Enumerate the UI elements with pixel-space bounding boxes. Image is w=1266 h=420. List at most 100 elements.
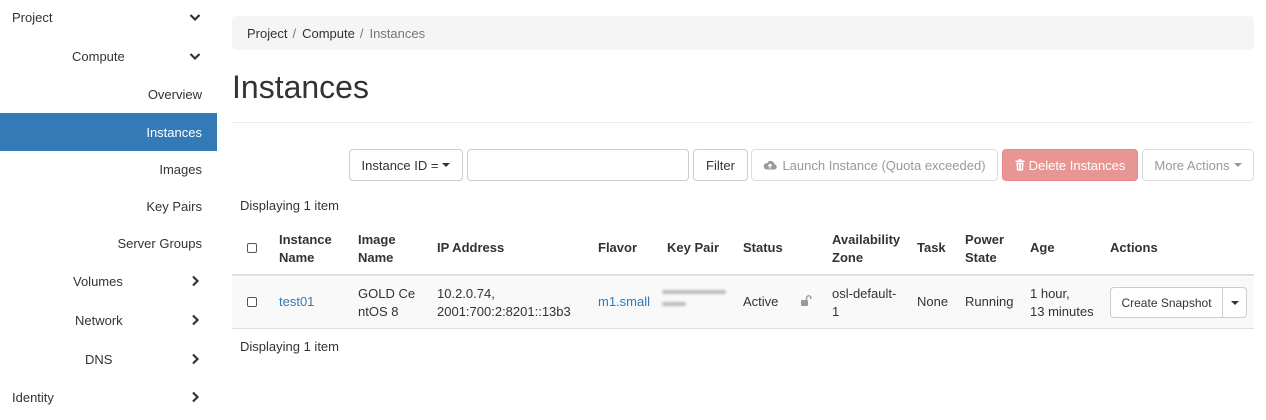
sidebar-item-label: Server Groups <box>117 235 202 251</box>
header-line: Image <box>358 232 396 247</box>
caret-down-icon <box>1230 300 1239 305</box>
cell-line: 2001:700:2:8201::13b3 <box>437 304 571 319</box>
more-actions-label: More Actions <box>1154 157 1230 173</box>
task-cell: None <box>917 294 949 309</box>
table-header: Instance Name Image Name IP Address Flav… <box>232 224 1254 276</box>
chevron-right-icon <box>188 390 202 404</box>
create-snapshot-button[interactable]: Create Snapshot <box>1110 287 1223 318</box>
breadcrumb-current: Instances <box>369 25 426 41</box>
sidebar-item-label: Images <box>159 161 202 177</box>
chevron-right-icon <box>188 274 202 288</box>
launch-instance-label: Launch Instance (Quota exceeded) <box>782 157 986 173</box>
header-line: Zone <box>832 250 864 265</box>
column-header-power-state[interactable]: Power State <box>965 231 1004 267</box>
chevron-down-icon <box>188 10 202 24</box>
header-line: Name <box>358 250 394 265</box>
delete-instances-label: Delete Instances <box>1028 157 1126 173</box>
filter-input[interactable] <box>467 149 689 181</box>
sidebar-item-server-groups[interactable]: Server Groups <box>0 224 217 262</box>
filter-field-dropdown[interactable]: Instance ID = <box>349 149 463 181</box>
cell-line: 1 hour, <box>1030 286 1070 301</box>
sidebar-item-label: Instances <box>146 124 202 140</box>
sidebar-item-label: Overview <box>147 86 202 102</box>
item-count-top: Displaying 1 item <box>240 198 339 213</box>
sidebar-item-instances[interactable]: Instances <box>0 113 217 151</box>
cell-line: GOLD Ce <box>358 286 416 301</box>
cell-line: ntOS 8 <box>358 304 399 319</box>
cell-line: 1 <box>832 304 840 319</box>
age-cell: 1 hour, 13 minutes <box>1030 285 1094 321</box>
unlock-icon <box>800 295 812 307</box>
sidebar-item-label: Volumes <box>73 273 123 289</box>
trash-icon <box>1015 159 1025 171</box>
cell-line: 10.2.0.74, <box>437 286 495 301</box>
breadcrumb-project-link[interactable]: Project <box>247 26 287 41</box>
sidebar-item-compute[interactable]: Compute <box>0 37 217 75</box>
sidebar-nav: Project Compute Overview Instances Image… <box>0 0 217 420</box>
header-line: State <box>965 250 997 265</box>
breadcrumb-compute-link[interactable]: Compute <box>302 26 355 41</box>
instance-name-link[interactable]: test01 <box>279 293 314 311</box>
sidebar-item-overview[interactable]: Overview <box>0 75 217 113</box>
power-state-cell: Running <box>965 294 1014 309</box>
breadcrumb-separator: / <box>359 25 364 41</box>
caret-down-icon <box>1233 163 1242 167</box>
filter-field-label: Instance ID = <box>361 157 439 173</box>
sidebar-item-identity[interactable]: Identity <box>0 378 217 416</box>
item-count-bottom: Displaying 1 item <box>240 339 339 354</box>
column-header-age[interactable]: Age <box>1030 239 1055 257</box>
flavor-link[interactable]: m1.small <box>598 293 650 311</box>
sidebar-item-dns[interactable]: DNS <box>0 340 217 378</box>
sidebar-item-volumes[interactable]: Volumes <box>0 262 217 300</box>
key-pair-redacted <box>662 290 728 316</box>
sidebar-item-network[interactable]: Network <box>0 301 217 339</box>
cell-line: 13 minutes <box>1030 304 1094 319</box>
row-checkbox[interactable] <box>247 297 257 307</box>
sidebar-item-label: Compute <box>72 48 125 64</box>
row-actions-toggle[interactable] <box>1223 287 1247 318</box>
sidebar-item-project[interactable]: Project <box>0 0 217 36</box>
header-line: Availability <box>832 232 901 247</box>
caret-down-icon <box>442 163 451 167</box>
filter-button[interactable]: Filter <box>693 149 748 181</box>
breadcrumb-separator: / <box>292 25 297 41</box>
sidebar-item-label: Project <box>12 9 53 25</box>
table-row: test01 GOLD Ce ntOS 8 10.2.0.74, 2001:70… <box>232 277 1254 329</box>
cell-line: osl-default- <box>832 286 897 301</box>
status-cell: Active <box>743 294 779 309</box>
header-line: Power <box>965 232 1005 247</box>
row-actions: Create Snapshot <box>1110 287 1247 318</box>
column-header-task[interactable]: Task <box>917 239 946 257</box>
header-line: Instance <box>279 232 332 247</box>
column-header-ip-address[interactable]: IP Address <box>437 239 504 257</box>
title-divider <box>232 122 1254 123</box>
column-header-flavor[interactable]: Flavor <box>598 239 637 257</box>
column-header-image-name[interactable]: Image Name <box>358 231 396 267</box>
sidebar-item-label: Network <box>75 312 123 328</box>
delete-instances-button[interactable]: Delete Instances <box>1002 149 1138 181</box>
more-actions-dropdown[interactable]: More Actions <box>1142 149 1254 181</box>
chevron-down-icon <box>188 49 202 63</box>
select-all-checkbox[interactable] <box>247 243 257 253</box>
column-header-availability-zone[interactable]: Availability Zone <box>832 231 900 267</box>
sidebar-item-label: Identity <box>12 389 54 405</box>
sidebar-item-label: Key Pairs <box>146 198 202 214</box>
column-header-status[interactable]: Status <box>743 239 783 257</box>
image-name-cell: GOLD Ce ntOS 8 <box>358 285 415 321</box>
chevron-right-icon <box>188 352 202 366</box>
breadcrumb: Project / Compute / Instances <box>232 16 1254 50</box>
sidebar-item-key-pairs[interactable]: Key Pairs <box>0 187 217 225</box>
availability-zone-cell: osl-default- 1 <box>832 285 896 321</box>
header-line: Name <box>279 250 315 265</box>
sidebar-item-images[interactable]: Images <box>0 150 217 188</box>
column-header-actions: Actions <box>1110 240 1158 255</box>
ip-address-cell: 10.2.0.74, 2001:700:2:8201::13b3 <box>437 285 571 321</box>
column-header-instance-name[interactable]: Instance Name <box>279 231 332 267</box>
filter-button-label: Filter <box>706 157 735 173</box>
sidebar-item-label: DNS <box>85 351 113 367</box>
cloud-upload-icon <box>763 159 778 171</box>
chevron-right-icon <box>188 313 202 327</box>
launch-instance-button[interactable]: Launch Instance (Quota exceeded) <box>751 149 998 181</box>
page-title: Instances <box>232 69 369 105</box>
column-header-key-pair[interactable]: Key Pair <box>667 239 719 257</box>
